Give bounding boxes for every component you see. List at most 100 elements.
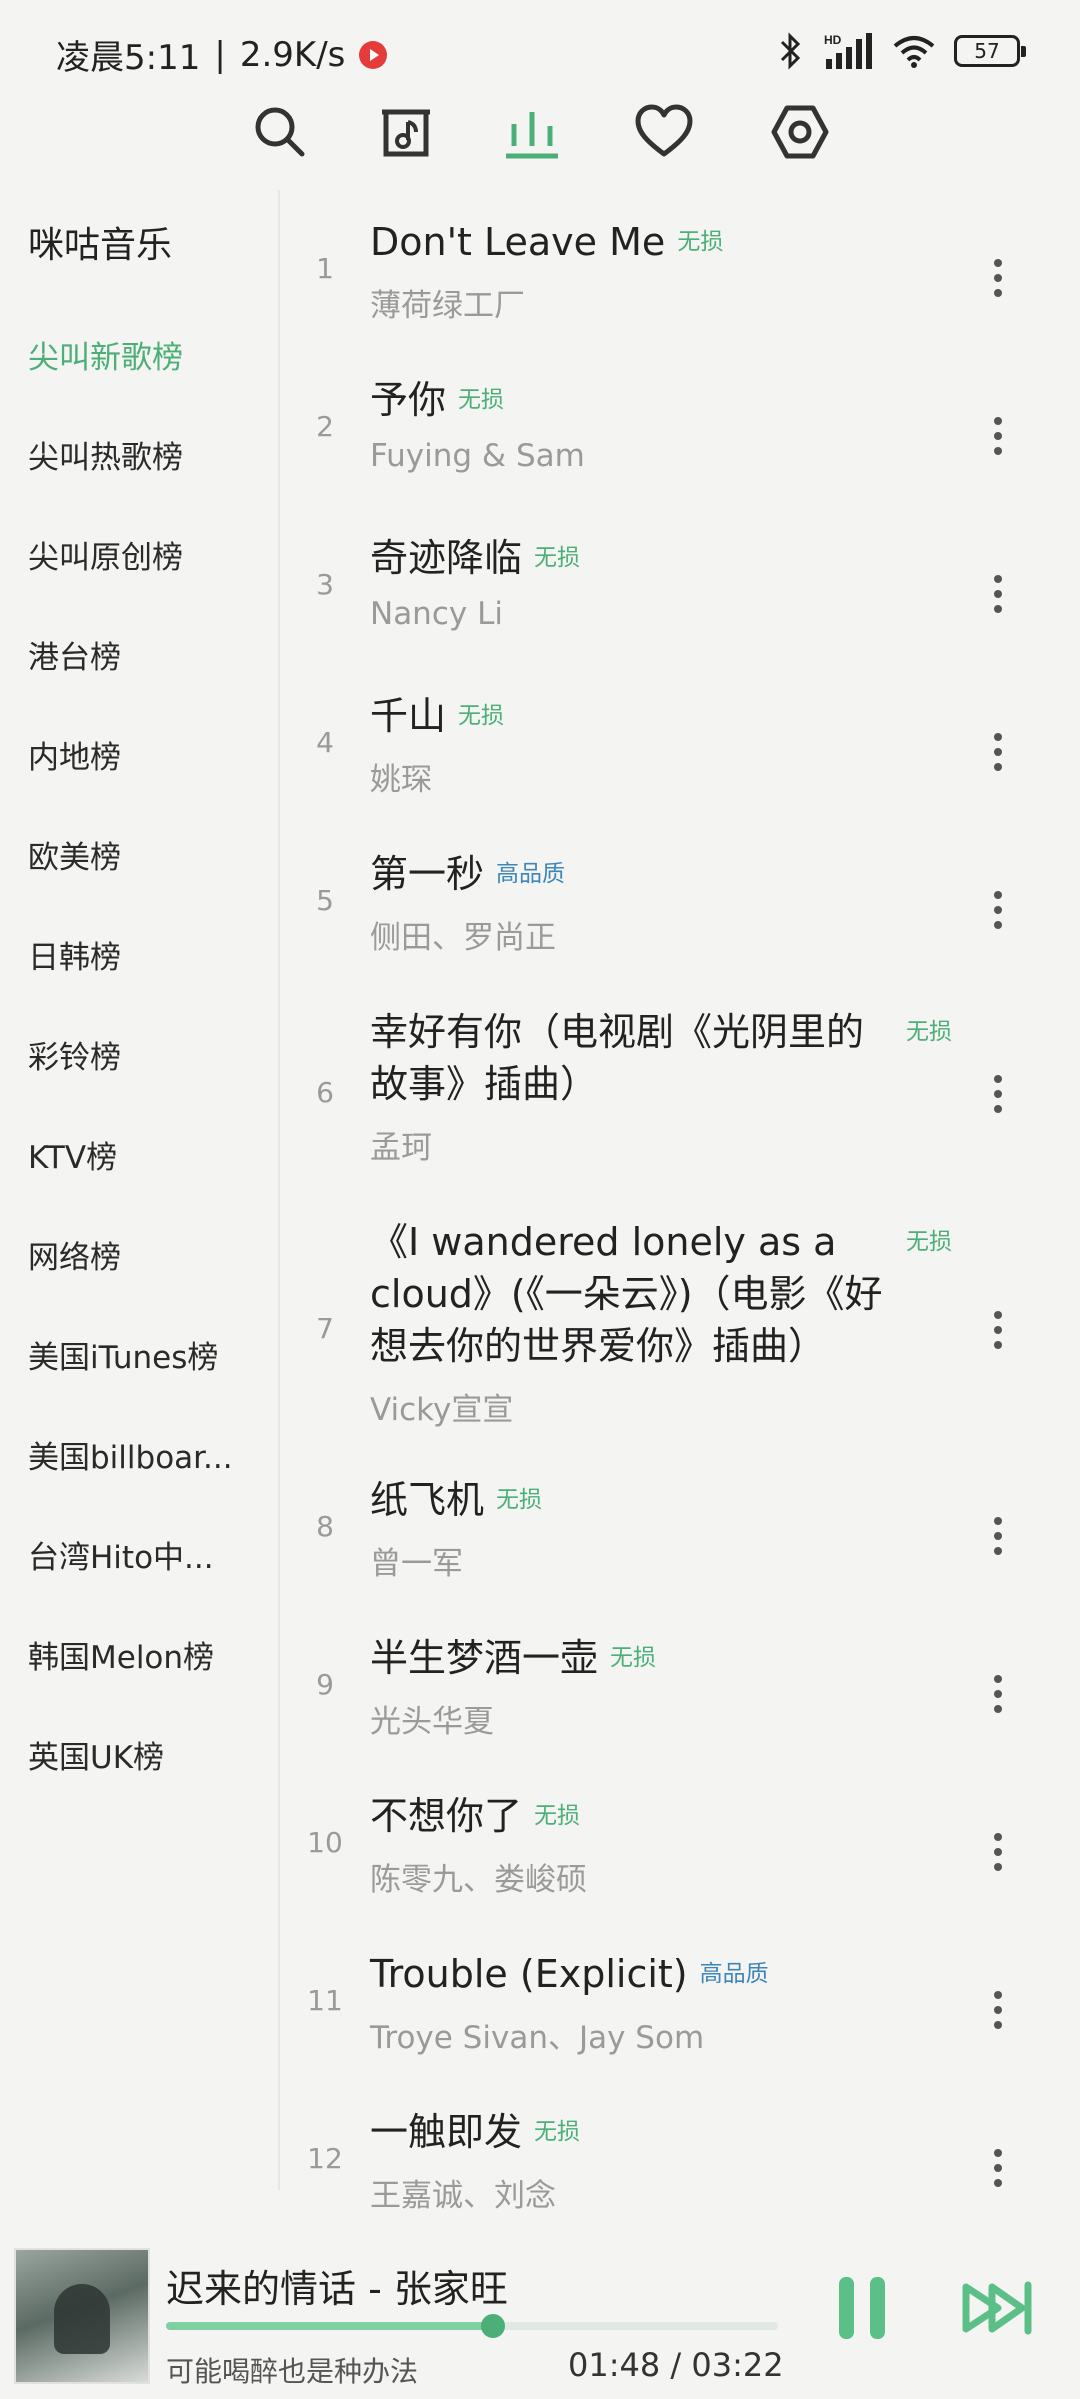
- progress-bar[interactable]: [166, 2314, 778, 2338]
- album-cover[interactable]: [14, 2248, 150, 2384]
- song-title: 幸好有你（电视剧《光阴里的 故事》插曲）: [370, 1006, 864, 1110]
- sidebar-item-uk[interactable]: 英国UK榜: [28, 1732, 164, 1777]
- heart-icon: [635, 104, 693, 157]
- song-title: 《I wandered lonely as a cloud》(《一朵云》)（电影…: [370, 1216, 883, 1372]
- clock: 凌晨5:11: [56, 38, 201, 78]
- sidebar-item-jp-kr[interactable]: 日韩榜: [28, 932, 121, 977]
- sidebar-header: 咪咕音乐: [28, 225, 173, 266]
- sidebar-item-tw-hito[interactable]: 台湾Hito中...: [28, 1532, 214, 1577]
- progress-thumb[interactable]: [481, 2314, 506, 2338]
- song-artist: 光头华夏: [370, 1704, 494, 1740]
- sidebar-item-ringtone[interactable]: 彩铃榜: [28, 1032, 121, 1077]
- status-left: 凌晨5:11 | 2.9K/s: [56, 30, 388, 79]
- mini-player: 迟来的情话 - 张家旺 可能喝醉也是种办法 01:48 / 03:22: [0, 2222, 1080, 2399]
- song-row[interactable]: 3 奇迹降临 无损 Nancy Li: [282, 516, 1080, 656]
- song-rank: 11: [307, 1984, 343, 2017]
- song-title-text: Don't Leave Me: [370, 220, 666, 264]
- local-music-button[interactable]: [370, 96, 442, 168]
- song-row[interactable]: 11 Trouble (Explicit) 高品质 Troye Sivan、Jay…: [282, 1932, 1080, 2072]
- song-row[interactable]: 12 一触即发 无损 王嘉诚、刘念: [282, 2090, 1080, 2230]
- quality-badge: 无损: [496, 1487, 543, 1513]
- song-rank: 2: [316, 410, 334, 443]
- song-rank: 8: [316, 1510, 334, 1543]
- more-options-button[interactable]: [980, 722, 1016, 782]
- more-options-button[interactable]: [980, 564, 1016, 624]
- more-options-button[interactable]: [980, 248, 1016, 308]
- song-title: 半生梦酒一壶 无损: [370, 1632, 656, 1684]
- song-title: 千山 无损: [370, 690, 504, 742]
- song-title-text: 奇迹降临: [370, 536, 523, 580]
- sidebar-item-mainland[interactable]: 内地榜: [28, 732, 121, 777]
- next-button[interactable]: [956, 2266, 1040, 2350]
- sidebar-item-us-itunes[interactable]: 美国iTunes榜: [28, 1332, 218, 1377]
- sidebar-item-kr-melon[interactable]: 韩国Melon榜: [28, 1632, 214, 1677]
- song-rank: 5: [316, 884, 334, 917]
- song-title: 一触即发 无损: [370, 2106, 580, 2158]
- song-row[interactable]: 8 纸飞机 无损 曾一军: [282, 1458, 1080, 1598]
- svg-text:HD: HD: [824, 33, 842, 47]
- song-artist: 陈零九、娄峻硕: [370, 1862, 587, 1898]
- sidebar-item-scream-original[interactable]: 尖叫原创榜: [28, 532, 183, 577]
- song-artist: Vicky宣宣: [370, 1392, 514, 1428]
- settings-button[interactable]: [764, 96, 836, 168]
- wifi-icon: [893, 36, 935, 68]
- song-row[interactable]: 9 半生梦酒一壶 无损 光头华夏: [282, 1616, 1080, 1756]
- song-rank: 12: [307, 2142, 343, 2175]
- sidebar-item-western[interactable]: 欧美榜: [28, 832, 121, 877]
- song-title: 予你 无损: [370, 374, 504, 426]
- bluetooth-icon: [780, 32, 801, 70]
- sidebar-item-scream-new[interactable]: 尖叫新歌榜: [28, 332, 183, 377]
- now-playing-title[interactable]: 迟来的情话 - 张家旺: [166, 2258, 508, 2313]
- song-title-line: 故事》插曲）: [370, 1062, 599, 1106]
- sidebar-item-scream-hot[interactable]: 尖叫热歌榜: [28, 432, 183, 477]
- search-button[interactable]: [244, 96, 316, 168]
- song-artist: 姚琛: [370, 762, 432, 798]
- song-row[interactable]: 1 Don't Leave Me 无损 薄荷绿工厂: [282, 200, 1080, 340]
- settings-hex-icon: [771, 105, 829, 159]
- song-title: 不想你了 无损: [370, 1790, 580, 1842]
- more-options-button[interactable]: [980, 1822, 1016, 1882]
- status-bar: 凌晨5:11 | 2.9K/s HD 57: [0, 0, 1080, 104]
- song-artist: Fuying & Sam: [370, 438, 585, 474]
- pause-button[interactable]: [822, 2266, 902, 2350]
- song-title-line: 幸好有你（电视剧《光阴里的: [370, 1010, 865, 1054]
- quality-badge: 无损: [458, 703, 505, 729]
- more-options-button[interactable]: [980, 406, 1016, 466]
- chart-sidebar: 咪咕音乐 尖叫新歌榜 尖叫热歌榜 尖叫原创榜 港台榜 内地榜 欧美榜 日韩榜 彩…: [0, 190, 280, 2190]
- more-options-button[interactable]: [980, 1064, 1016, 1124]
- battery-level: 57: [974, 39, 1000, 63]
- playback-time: 01:48 / 03:22: [568, 2346, 784, 2384]
- song-row[interactable]: 6 幸好有你（电视剧《光阴里的 故事》插曲） 无损 孟珂: [282, 990, 1080, 1190]
- sidebar-item-hk-tw[interactable]: 港台榜: [28, 632, 121, 677]
- quality-badge: 无损: [534, 2119, 581, 2145]
- favorites-button[interactable]: [628, 96, 700, 168]
- more-options-button[interactable]: [980, 1980, 1016, 2040]
- sidebar-item-network[interactable]: 网络榜: [28, 1232, 121, 1277]
- song-artist: Troye Sivan、Jay Som: [370, 2020, 705, 2056]
- song-row[interactable]: 4 千山 无损 姚琛: [282, 674, 1080, 814]
- song-title: 奇迹降临 无损: [370, 532, 580, 584]
- song-title-line: cloud》(《一朵云》)（电影《好: [370, 1272, 883, 1316]
- search-icon: [255, 107, 305, 157]
- song-rank: 7: [316, 1312, 334, 1345]
- sidebar-item-ktv[interactable]: KTV榜: [28, 1132, 117, 1177]
- more-options-button[interactable]: [980, 1506, 1016, 1566]
- song-title-text: 半生梦酒一壶: [370, 1636, 599, 1680]
- top-toolbar: [0, 96, 1080, 168]
- song-rank: 4: [316, 726, 334, 759]
- more-options-button[interactable]: [980, 2138, 1016, 2198]
- song-row[interactable]: 7 《I wandered lonely as a cloud》(《一朵云》)（…: [282, 1200, 1080, 1446]
- sidebar-item-us-billboard[interactable]: 美国billboar...: [28, 1432, 233, 1477]
- status-right: HD 57: [778, 26, 1026, 76]
- more-options-button[interactable]: [980, 1300, 1016, 1360]
- song-title-text: 一触即发: [370, 2110, 523, 2154]
- song-title-line: 想去你的世界爱你》插曲）: [370, 1324, 827, 1368]
- current-time: 01:48: [568, 2346, 661, 2384]
- more-options-button[interactable]: [980, 880, 1016, 940]
- song-row[interactable]: 2 予你 无损 Fuying & Sam: [282, 358, 1080, 498]
- more-options-button[interactable]: [980, 1664, 1016, 1724]
- charts-button[interactable]: [496, 96, 568, 168]
- network-speed: 2.9K/s: [239, 34, 346, 75]
- song-row[interactable]: 10 不想你了 无损 陈零九、娄峻硕: [282, 1774, 1080, 1914]
- song-row[interactable]: 5 第一秒 高品质 侧田、罗尚正: [282, 832, 1080, 972]
